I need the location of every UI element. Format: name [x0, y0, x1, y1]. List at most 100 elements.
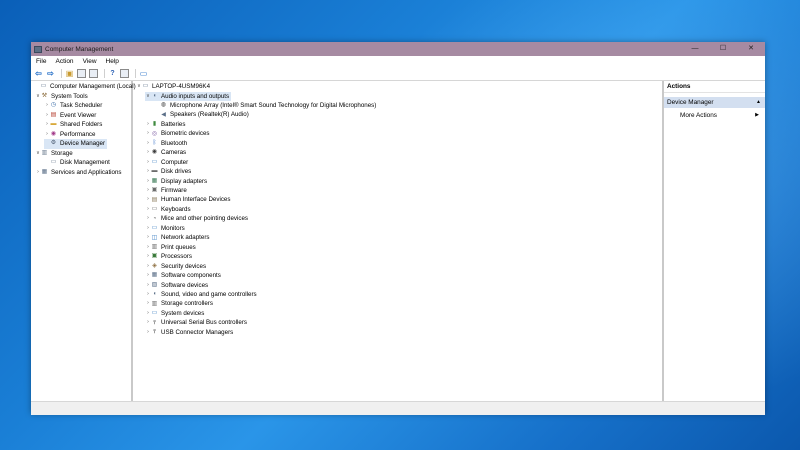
tree-item-label: Universal Serial Bus controllers: [161, 319, 247, 327]
device-category-speakers-realtek-r-audio[interactable]: ◀ Speakers (Realtek(R) Audio): [154, 110, 249, 120]
toolbar: ⇦ ⇨ ▣ ? ▭: [31, 67, 765, 81]
tree-item-performance[interactable]: › ◉ Performance: [44, 130, 95, 140]
forward-arrow-icon[interactable]: ⇨: [46, 69, 55, 78]
up-folder-icon[interactable]: ▣: [65, 69, 74, 78]
tree-item-services-and-applications[interactable]: › ▦ Services and Applications: [35, 168, 122, 178]
tree-item-label: Batteries: [161, 120, 186, 128]
device-category-monitors[interactable]: › ▭ Monitors: [145, 224, 185, 234]
device-tree-root[interactable]: ∨ ▭ LAPTOP-4USM96K4: [136, 82, 210, 92]
back-arrow-icon[interactable]: ⇦: [34, 69, 43, 78]
device-category-print-queues[interactable]: › ▥ Print queues: [145, 243, 196, 253]
disk-icon: ▭: [50, 159, 57, 166]
close-button[interactable]: ✕: [737, 42, 765, 56]
computer-management-window[interactable]: Computer Management — ☐ ✕ File Action Vi…: [31, 42, 765, 415]
device-category-software-devices[interactable]: › ▧ Software devices: [145, 281, 208, 291]
tree-item-system-tools[interactable]: ∨ ⚒ System Tools: [35, 92, 88, 102]
hid-icon: ▤: [151, 196, 158, 203]
device-category-keyboards[interactable]: › ▭ Keyboards: [145, 205, 190, 215]
menu-file[interactable]: File: [36, 58, 46, 65]
tree-item-label: Shared Folders: [60, 121, 103, 128]
menu-bar: File Action View Help: [31, 56, 765, 67]
display-icon[interactable]: ▭: [139, 69, 148, 78]
device-category-sound-video-and-game-controllers[interactable]: › ◖ Sound, video and game controllers: [145, 290, 257, 300]
device-category-processors[interactable]: › ▣ Processors: [145, 252, 192, 262]
device-category-universal-serial-bus-controllers[interactable]: › ⫯ Universal Serial Bus controllers: [145, 318, 247, 328]
maximize-button[interactable]: ☐: [709, 42, 737, 56]
tree-item-label: Print queues: [161, 243, 196, 251]
menu-action[interactable]: Action: [55, 58, 73, 65]
tree-item-storage[interactable]: ∨ ▥ Storage: [35, 149, 73, 159]
tree-item-computer-management[interactable]: ▭ Computer Management (Local): [34, 82, 136, 92]
help-icon[interactable]: ?: [108, 69, 117, 78]
tree-item-disk-management[interactable]: ▭ Disk Management: [44, 158, 110, 168]
services-icon: ▦: [41, 168, 48, 175]
tree-item-label: Software components: [161, 272, 221, 280]
device-category-firmware[interactable]: › ▣ Firmware: [145, 186, 187, 196]
menu-help[interactable]: Help: [106, 58, 119, 65]
sound-controller-icon: ◖: [152, 291, 157, 298]
tree-item-label: Computer Management (Local): [50, 83, 136, 90]
device-category-batteries[interactable]: › ▮ Batteries: [145, 120, 185, 130]
show-hide-console-tree-icon[interactable]: [77, 69, 86, 78]
submenu-arrow-icon: ▶: [755, 112, 759, 118]
storage-controller-icon: ▥: [151, 300, 158, 307]
performance-icon: ◉: [50, 130, 57, 137]
device-category-biometric-devices[interactable]: › ◎ Biometric devices: [145, 129, 210, 139]
tree-item-task-scheduler[interactable]: › ◷ Task Scheduler: [44, 101, 102, 111]
device-category-microphone-array-intel-smart-sound-technology-for-digital-microphones[interactable]: ◍ Microphone Array (Intel® Smart Sound Te…: [154, 101, 376, 111]
tree-item-label: Biometric devices: [161, 130, 210, 138]
device-category-network-adapters[interactable]: › ◫ Network adapters: [145, 233, 209, 243]
properties-icon[interactable]: [89, 69, 98, 78]
tools-icon: ⚒: [41, 92, 48, 99]
bluetooth-icon: ᛒ: [152, 140, 157, 146]
camera-icon: ◉: [151, 149, 158, 156]
device-category-storage-controllers[interactable]: › ▥ Storage controllers: [145, 299, 213, 309]
tree-item-shared-folders[interactable]: › ▬ Shared Folders: [44, 120, 102, 130]
title-bar[interactable]: Computer Management — ☐ ✕: [31, 42, 765, 56]
computer-icon: ▭: [142, 83, 149, 90]
tree-item-label: Event Viewer: [60, 111, 97, 119]
more-actions-item[interactable]: More Actions ▶: [664, 110, 765, 121]
actions-pane: Actions Device Manager ▲ More Actions ▶: [664, 81, 765, 401]
device-category-human-interface-devices[interactable]: › ▤ Human Interface Devices: [145, 195, 230, 205]
device-category-disk-drives[interactable]: › ▬ Disk drives: [145, 167, 191, 177]
minimize-button[interactable]: —: [681, 42, 709, 56]
tree-item-label: Security devices: [161, 262, 207, 270]
tree-item-label: Sound, video and game controllers: [161, 290, 257, 298]
device-category-audio-inputs-and-outputs[interactable]: ∨ ◖ Audio inputs and outputs: [145, 91, 232, 101]
tree-item-label: Storage: [51, 149, 73, 157]
device-category-cameras[interactable]: › ◉ Cameras: [145, 148, 186, 158]
monitor-icon: ▭: [151, 225, 158, 232]
tree-item-label: Performance: [60, 130, 96, 138]
view-icon[interactable]: [120, 69, 129, 78]
tree-item-label: Microphone Array (Intel® Smart Sound Tec…: [170, 101, 377, 109]
device-category-mice-and-other-pointing-devices[interactable]: › ◔ Mice and other pointing devices: [145, 214, 248, 224]
microphone-icon: ◍: [160, 102, 167, 109]
collapse-triangle-icon[interactable]: ▲: [756, 97, 761, 108]
device-category-bluetooth[interactable]: › ᛒ Bluetooth: [145, 139, 187, 149]
tree-item-device-manager[interactable]: ⚙ Device Manager: [44, 139, 108, 149]
device-category-security-devices[interactable]: › ◈ Security devices: [145, 262, 206, 272]
device-category-display-adapters[interactable]: › ▦ Display adapters: [145, 177, 207, 187]
tree-item-event-viewer[interactable]: › ▤ Event Viewer: [44, 111, 96, 121]
tree-item-label: Services and Applications: [51, 168, 122, 176]
tree-item-label: Mice and other pointing devices: [161, 215, 249, 223]
computer-icon: ▭: [40, 83, 47, 90]
software-device-icon: ▧: [151, 281, 158, 288]
device-category-computer[interactable]: › ▭ Computer: [145, 158, 188, 168]
tree-item-label: System Tools: [51, 92, 88, 100]
tree-item-label: Processors: [161, 253, 192, 261]
actions-section-device-manager[interactable]: Device Manager ▲: [664, 97, 765, 108]
device-category-software-components[interactable]: › ▦ Software components: [145, 271, 221, 281]
tree-item-label: USB Connector Managers: [161, 328, 234, 336]
event-viewer-icon: ▤: [50, 111, 57, 118]
tree-item-label: Disk Management: [60, 159, 110, 166]
menu-view[interactable]: View: [83, 58, 97, 65]
device-category-usb-connector-managers[interactable]: › ⫯ USB Connector Managers: [145, 328, 233, 338]
device-category-system-devices[interactable]: › ▭ System devices: [145, 309, 204, 319]
biometric-icon: ◎: [151, 130, 158, 137]
clock-icon: ◷: [50, 102, 57, 109]
security-icon: ◈: [152, 262, 157, 269]
tree-item-label: Human Interface Devices: [161, 196, 231, 204]
tree-item-label: Firmware: [161, 187, 187, 194]
